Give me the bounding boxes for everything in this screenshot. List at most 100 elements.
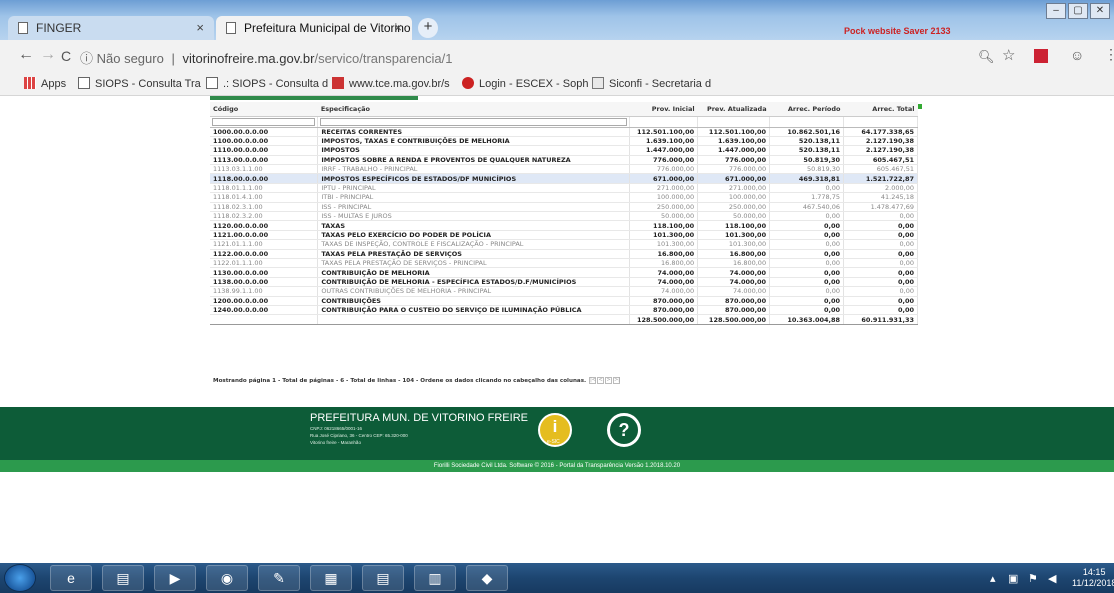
close-tab-icon[interactable]: × — [394, 20, 402, 35]
calculator-icon[interactable]: ▥ — [414, 565, 456, 591]
cell-prev-atualizada: 74.000,00 — [697, 267, 771, 278]
column-header-prov-inicial[interactable]: Prov. Inicial — [629, 102, 698, 117]
cell-especificacao: IMPOSTOS — [317, 145, 631, 156]
network-icon[interactable]: ▣ — [1008, 572, 1018, 585]
revenue-table: Código Especificação Prov. Inicial Prev.… — [210, 102, 918, 325]
minimize-button[interactable]: – — [1046, 3, 1066, 19]
bookmark-siops-2[interactable]: .: SIOPS - Consulta d — [206, 77, 328, 90]
word-icon[interactable]: ▤ — [362, 565, 404, 591]
table-row[interactable]: 1113.00.0.0.00 IMPOSTOS SOBRE A RENDA E P… — [210, 155, 918, 166]
reload-button[interactable]: C — [61, 48, 71, 64]
first-page-button[interactable]: |< — [589, 377, 597, 384]
paint-icon[interactable]: ✎ — [258, 565, 300, 591]
filter-cell — [210, 116, 319, 128]
table-row[interactable]: 1130.00.0.0.00 CONTRIBUIÇÃO DE MELHORIA 74… — [210, 267, 918, 278]
bookmark-label: www.tce.ma.gov.br/s — [349, 78, 450, 90]
column-header-codigo[interactable]: Código — [210, 102, 318, 117]
cell-arrec-periodo: 0,00 — [769, 220, 845, 231]
table-row[interactable]: 1100.00.0.0.00 IMPOSTOS, TAXAS E CONTRIBU… — [210, 136, 918, 147]
table-row[interactable]: 1240.00.0.0.00 CONTRIBUIÇÃO PARA O CUSTEI… — [210, 305, 918, 316]
tab-title: FINGER — [36, 21, 82, 35]
cell-especificacao: ISS - MULTAS E JUROS — [317, 211, 631, 222]
table-row[interactable]: 1118.01.4.1.00 ITBI - PRINCIPAL 100.000,00… — [210, 192, 918, 203]
table-row[interactable]: 1000.00.0.0.00 RECEITAS CORRENTES 112.501.… — [210, 127, 918, 137]
file-explorer-icon[interactable]: ▤ — [102, 565, 144, 591]
chrome-icon[interactable]: ◉ — [206, 565, 248, 591]
volume-icon[interactable]: ◀ — [1048, 572, 1056, 585]
media-player-icon[interactable]: ▶ — [154, 565, 196, 591]
bookmark-escex[interactable]: Login - ESCEX - Soph — [462, 77, 588, 90]
cell-codigo: 1000.00.0.0.00 — [210, 127, 319, 137]
page-content: Código Especificação Prov. Inicial Prev.… — [0, 96, 1114, 540]
cell-prov-inicial: 112.501.100,00 — [629, 127, 699, 137]
tab-prefeitura[interactable]: Prefeitura Municipal de Vitorino × — [216, 16, 412, 40]
show-hidden-icons-icon[interactable]: ▴ — [990, 572, 996, 585]
table-row[interactable]: 1122.00.0.0.00 TAXAS PELA PRESTAÇÃO DE SE… — [210, 249, 918, 259]
tab-finger[interactable]: FINGER × — [8, 16, 214, 40]
table-row[interactable]: 1113.03.1.1.00 IRRF - TRABALHO - PRINCIPA… — [210, 164, 918, 175]
next-page-button[interactable]: > — [605, 377, 613, 384]
bookmark-siops[interactable]: SIOPS - Consulta Tra — [78, 77, 201, 90]
table-row[interactable]: 1121.00.0.0.00 TAXAS PELO EXERCÍCIO DO PO… — [210, 230, 918, 241]
filter-cell — [843, 116, 918, 128]
table-row[interactable]: 1138.00.0.0.00 CONTRIBUIÇÃO DE MELHORIA -… — [210, 277, 918, 288]
bookmark-apps[interactable]: Apps — [24, 77, 66, 90]
back-button[interactable]: ← — [18, 46, 34, 64]
document-icon — [78, 77, 90, 89]
new-tab-button[interactable]: + — [418, 18, 438, 38]
esic-label: e-SIC — [547, 439, 560, 445]
bookmark-siconfi[interactable]: Siconfi - Secretaria d — [592, 77, 711, 90]
pdf-extension-icon[interactable] — [1034, 49, 1048, 63]
cell-prev-atualizada: 671.000,00 — [697, 173, 771, 184]
cell-arrec-total: 1.521.722,87 — [843, 173, 918, 184]
sticky-notes-icon[interactable]: ◆ — [466, 565, 508, 591]
cell-codigo: 1122.01.1.1.00 — [210, 258, 319, 269]
column-header-prev-atualizada[interactable]: Prev. Atualizada — [697, 102, 770, 117]
help-button[interactable]: ? — [607, 413, 641, 447]
cell-prev-atualizada: 74.000,00 — [697, 277, 771, 288]
table-row[interactable]: 1120.00.0.0.00 TAXAS 118.100,00 118.100,00 0… — [210, 220, 918, 231]
table-row[interactable]: 1121.01.1.1.00 TAXAS DE INSPEÇÃO, CONTROL… — [210, 239, 918, 250]
column-header-especificacao[interactable]: Especificação — [317, 102, 630, 117]
close-window-button[interactable]: ✕ — [1090, 3, 1110, 19]
star-icon[interactable]: ☆ — [1002, 46, 1015, 64]
totals-cell — [210, 314, 319, 325]
zoom-icon[interactable]: 🔍︎ — [978, 49, 995, 65]
security-indicator[interactable]: ⓘ Não seguro — [80, 51, 164, 66]
url-input[interactable]: ⓘ Não seguro | vitorinofreire.ma.gov.br/… — [80, 44, 1020, 68]
maximize-button[interactable]: ▢ — [1068, 3, 1088, 19]
action-center-icon[interactable]: ⚑ — [1028, 572, 1038, 585]
cell-codigo: 1200.00.0.0.00 — [210, 296, 319, 306]
extension-icon[interactable]: ☺ — [1070, 47, 1084, 63]
filter-input-codigo[interactable] — [212, 117, 316, 126]
table-row[interactable]: 1110.00.0.0.00 IMPOSTOS 1.447.000,00 1.447.… — [210, 145, 918, 156]
forward-button[interactable]: → — [40, 46, 56, 64]
column-header-arrec-total[interactable]: Arrec. Total — [843, 102, 918, 117]
cell-arrec-total: 1.478.477,69 — [843, 202, 918, 213]
totals-row: 128.500.000,00 128.500.000,00 10.363.004… — [210, 314, 918, 325]
prev-page-button[interactable]: < — [597, 377, 605, 384]
table-row[interactable]: 1138.99.1.1.00 OUTRAS CONTRIBUIÇÕES DE ME… — [210, 286, 918, 297]
cell-prov-inicial: 271.000,00 — [629, 183, 699, 194]
clock[interactable]: 14:15 11/12/2018 — [1072, 567, 1114, 589]
filter-input-especificacao[interactable] — [320, 117, 628, 126]
bookmark-tce[interactable]: www.tce.ma.gov.br/s — [332, 77, 450, 90]
close-tab-icon[interactable]: × — [196, 20, 204, 35]
cell-prov-inicial: 50.000,00 — [629, 211, 699, 222]
start-button[interactable] — [4, 564, 36, 592]
table-row[interactable]: 1118.00.0.0.00 IMPOSTOS ESPECÍFICOS DE ES… — [210, 173, 918, 184]
table-row[interactable]: 1118.02.3.2.00 ISS - MULTAS E JUROS 50.000… — [210, 211, 918, 222]
excel-icon[interactable]: ▦ — [310, 565, 352, 591]
menu-icon[interactable]: ⋮ — [1104, 46, 1114, 63]
esic-button[interactable]: i e-SIC — [538, 413, 572, 447]
table-row[interactable]: 1200.00.0.0.00 CONTRIBUIÇÕES 870.000,00 870… — [210, 296, 918, 306]
table-row[interactable]: 1118.02.3.1.00 ISS - PRINCIPAL 250.000,00 2… — [210, 202, 918, 213]
document-icon — [18, 22, 28, 34]
table-row[interactable]: 1118.01.1.1.00 IPTU - PRINCIPAL 271.000,00… — [210, 183, 918, 194]
column-header-arrec-periodo[interactable]: Arrec. Período — [769, 102, 844, 117]
internet-explorer-icon[interactable]: e — [50, 565, 92, 591]
cell-arrec-periodo: 10.862.501,16 — [769, 127, 845, 137]
cell-arrec-total: 0,00 — [843, 305, 918, 316]
table-row[interactable]: 1122.01.1.1.00 TAXAS PELA PRESTAÇÃO DE SE… — [210, 258, 918, 269]
last-page-button[interactable]: >| — [613, 377, 621, 384]
